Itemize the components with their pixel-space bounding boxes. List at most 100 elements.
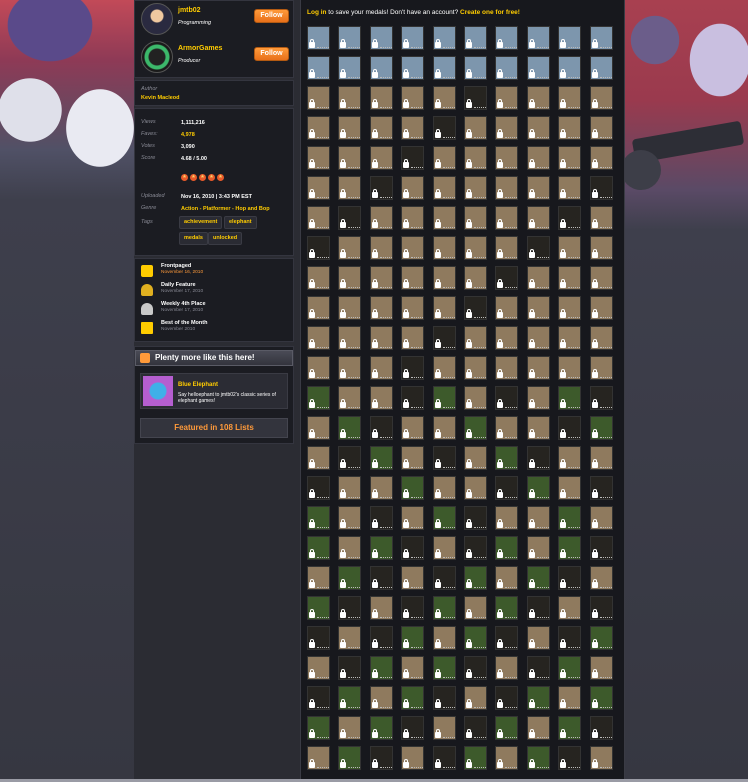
medal-tile[interactable] [589, 506, 613, 530]
medal-tile[interactable] [558, 446, 582, 470]
medal-tile[interactable] [338, 146, 362, 170]
medal-tile[interactable] [432, 746, 456, 770]
medal-tile[interactable] [338, 206, 362, 230]
medal-tile[interactable] [307, 56, 330, 80]
medal-tile[interactable] [369, 626, 393, 650]
medal-tile[interactable] [307, 686, 330, 710]
medal-tile[interactable] [558, 266, 582, 290]
medal-tile[interactable] [401, 716, 425, 740]
medal-tile[interactable] [526, 716, 550, 740]
medal-tile[interactable] [463, 446, 487, 470]
medal-tile[interactable] [558, 626, 582, 650]
medal-tile[interactable] [338, 296, 362, 320]
medal-tile[interactable] [338, 536, 362, 560]
medal-tile[interactable] [463, 566, 487, 590]
medal-tile[interactable] [369, 566, 393, 590]
medal-tile[interactable] [432, 326, 456, 350]
tag-elephant[interactable]: elephant [224, 216, 257, 229]
medal-tile[interactable] [558, 416, 582, 440]
follow-button[interactable]: Follow [254, 9, 289, 23]
medal-tile[interactable] [495, 116, 519, 140]
medal-tile[interactable] [338, 656, 362, 680]
medal-tile[interactable] [558, 26, 582, 50]
medal-tile[interactable] [589, 536, 613, 560]
medal-tile[interactable] [369, 686, 393, 710]
medal-tile[interactable] [369, 416, 393, 440]
medal-tile[interactable] [589, 716, 613, 740]
medal-tile[interactable] [589, 596, 613, 620]
medal-tile[interactable] [432, 86, 456, 110]
medal-tile[interactable] [589, 686, 613, 710]
medal-tile[interactable] [401, 386, 425, 410]
medal-tile[interactable] [307, 716, 330, 740]
medal-tile[interactable] [526, 416, 550, 440]
medal-tile[interactable] [432, 26, 456, 50]
featured-collection[interactable]: Blue Elephant Say helloephant to jmtb02'… [140, 373, 288, 409]
medal-tile[interactable] [338, 326, 362, 350]
credit-name[interactable]: ArmorGames [178, 45, 222, 52]
medal-tile[interactable] [401, 506, 425, 530]
medal-tile[interactable] [307, 476, 330, 500]
medal-tile[interactable] [307, 386, 330, 410]
medal-tile[interactable] [589, 746, 613, 770]
medal-tile[interactable] [307, 116, 330, 140]
medal-tile[interactable] [401, 446, 425, 470]
medal-tile[interactable] [369, 476, 393, 500]
medal-tile[interactable] [432, 266, 456, 290]
medal-tile[interactable] [432, 56, 456, 80]
medal-tile[interactable] [589, 116, 613, 140]
medal-tile[interactable] [432, 176, 456, 200]
medal-tile[interactable] [558, 746, 582, 770]
medal-tile[interactable] [495, 176, 519, 200]
medal-tile[interactable] [558, 536, 582, 560]
medal-tile[interactable] [307, 566, 330, 590]
medal-tile[interactable] [463, 236, 487, 260]
medal-tile[interactable] [401, 356, 425, 380]
medal-tile[interactable] [401, 206, 425, 230]
medal-tile[interactable] [307, 656, 330, 680]
medal-tile[interactable] [369, 146, 393, 170]
medal-tile[interactable] [589, 626, 613, 650]
medal-tile[interactable] [338, 566, 362, 590]
medal-tile[interactable] [495, 416, 519, 440]
medal-tile[interactable] [432, 476, 456, 500]
medal-tile[interactable] [463, 686, 487, 710]
medal-tile[interactable] [307, 296, 330, 320]
medal-tile[interactable] [369, 596, 393, 620]
medal-tile[interactable] [589, 476, 613, 500]
tag-unlocked[interactable]: unlocked [208, 232, 243, 245]
medal-tile[interactable] [432, 386, 456, 410]
medal-tile[interactable] [463, 416, 487, 440]
medal-tile[interactable] [432, 686, 456, 710]
medal-tile[interactable] [338, 476, 362, 500]
medal-tile[interactable] [369, 446, 393, 470]
medal-tile[interactable] [307, 206, 330, 230]
medal-tile[interactable] [558, 506, 582, 530]
medal-tile[interactable] [369, 26, 393, 50]
medal-tile[interactable] [589, 176, 613, 200]
medal-tile[interactable] [526, 626, 550, 650]
medal-tile[interactable] [338, 416, 362, 440]
featured-title[interactable]: Blue Elephant [178, 382, 218, 388]
medal-tile[interactable] [401, 236, 425, 260]
avatar[interactable] [141, 3, 173, 35]
medal-tile[interactable] [463, 176, 487, 200]
medal-tile[interactable] [558, 386, 582, 410]
medal-tile[interactable] [369, 266, 393, 290]
medal-tile[interactable] [338, 506, 362, 530]
medal-tile[interactable] [307, 626, 330, 650]
medal-tile[interactable] [369, 326, 393, 350]
medal-tile[interactable] [338, 446, 362, 470]
medal-tile[interactable] [432, 446, 456, 470]
medal-tile[interactable] [558, 56, 582, 80]
medal-tile[interactable] [495, 356, 519, 380]
medal-tile[interactable] [558, 206, 582, 230]
medal-tile[interactable] [463, 536, 487, 560]
medal-tile[interactable] [369, 176, 393, 200]
medal-tile[interactable] [401, 476, 425, 500]
medal-tile[interactable] [432, 626, 456, 650]
medal-tile[interactable] [463, 266, 487, 290]
medal-tile[interactable] [401, 56, 425, 80]
medal-tile[interactable] [307, 26, 330, 50]
medal-tile[interactable] [463, 116, 487, 140]
